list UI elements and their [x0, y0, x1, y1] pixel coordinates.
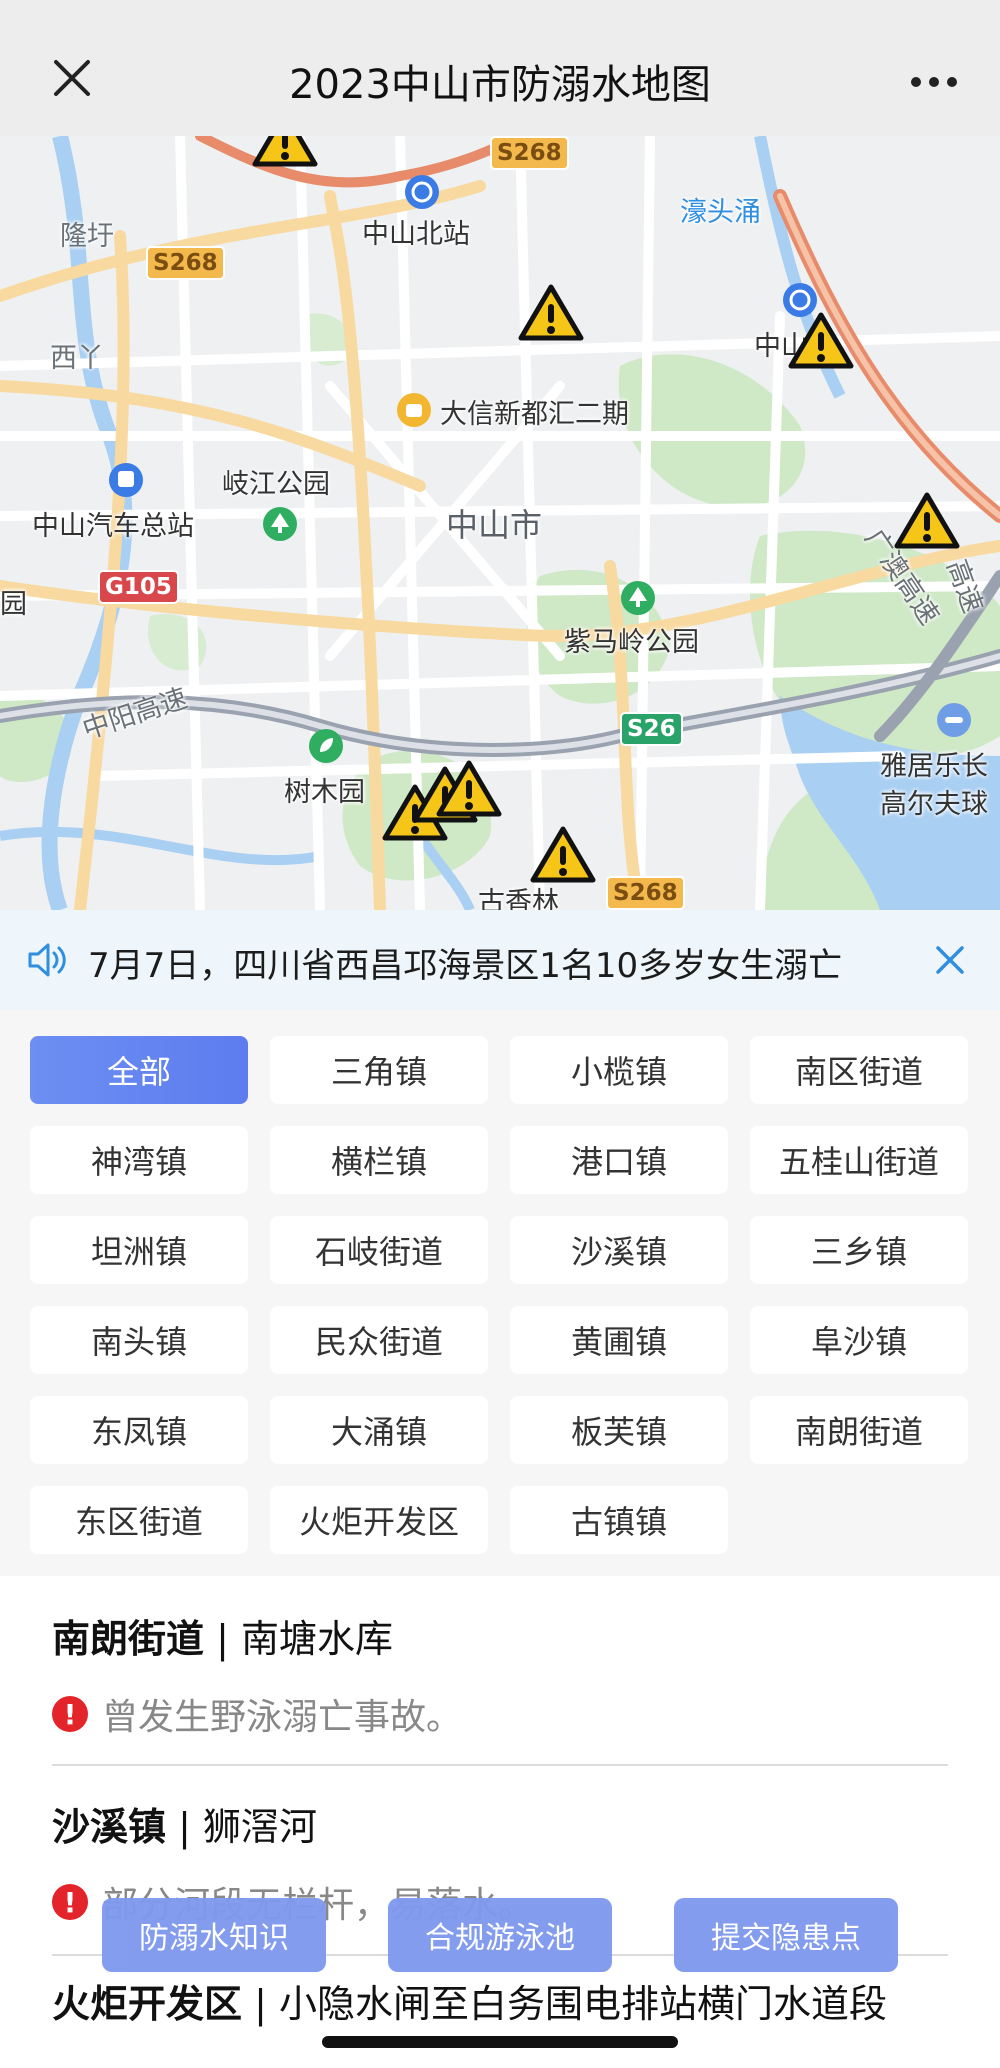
- filter-chip[interactable]: 南头镇: [30, 1306, 248, 1374]
- more-icon[interactable]: [908, 62, 960, 102]
- filter-chip[interactable]: 南区街道: [750, 1036, 968, 1104]
- road-shield: S268: [146, 246, 225, 280]
- close-notice-icon[interactable]: [930, 940, 970, 980]
- filter-chip[interactable]: 小榄镇: [510, 1036, 728, 1104]
- warning-marker-icon[interactable]: [788, 312, 854, 370]
- list-item[interactable]: 沙溪镇 | 狮滘河 !部分河段无栏杆，易落水。: [52, 1796, 948, 1926]
- town-filter-grid: 全部 三角镇 小榄镇 南区街道 神湾镇 横栏镇 港口镇 五桂山街道 坦洲镇 石岐…: [0, 1010, 1000, 1576]
- list-item-desc: ! 曾发生野泳溺亡事故。: [52, 1688, 462, 1740]
- filter-chip[interactable]: 沙溪镇: [510, 1216, 728, 1284]
- map-label: 中山市: [446, 506, 543, 544]
- filter-chip[interactable]: 三乡镇: [750, 1216, 968, 1284]
- list-item[interactable]: 南朗街道 | 南塘水库 ! 曾发生野泳溺亡事故。: [52, 1608, 948, 1738]
- page-title: 2023中山市防溺水地图: [289, 62, 711, 108]
- park-icon[interactable]: [620, 580, 656, 616]
- filter-chip[interactable]: 大涌镇: [270, 1396, 488, 1464]
- home-indicator: [322, 2036, 678, 2048]
- map-label: 大信新都汇二期: [440, 399, 629, 430]
- map-label: 园: [0, 589, 27, 620]
- warning-marker-icon[interactable]: [252, 136, 318, 168]
- filter-chip[interactable]: 石岐街道: [270, 1216, 488, 1284]
- station-icon[interactable]: [404, 174, 440, 210]
- map-label: 中山汽车总站: [32, 511, 194, 542]
- road-shield: S26: [620, 712, 683, 746]
- map-label: 西丫: [50, 343, 104, 374]
- filter-chip[interactable]: 火炬开发区: [270, 1486, 488, 1554]
- road-shield: S268: [490, 136, 569, 170]
- filter-chip[interactable]: 古镇镇: [510, 1486, 728, 1554]
- list-item-title: 南朗街道 | 南塘水库: [52, 1617, 393, 1661]
- filter-chip[interactable]: 坦洲镇: [30, 1216, 248, 1284]
- filter-chip[interactable]: 三角镇: [270, 1036, 488, 1104]
- notice-text: 7月7日，四川省西昌邛海景区1名10多岁女生溺亡: [88, 946, 843, 986]
- filter-chip[interactable]: 五桂山街道: [750, 1126, 968, 1194]
- warning-marker-icon[interactable]: [436, 760, 502, 818]
- shopping-icon[interactable]: [396, 392, 432, 428]
- map-label: 古香林: [478, 887, 559, 910]
- map-label: 雅居乐长: [880, 751, 988, 782]
- road-shield: G105: [98, 570, 179, 604]
- hazard-list: 南朗街道 | 南塘水库 !曾发生野泳溺亡事故。 沙溪镇 | 狮滘河 !部分河段无…: [0, 1576, 1000, 2068]
- map-label: 树木园: [284, 777, 365, 808]
- filter-chip[interactable]: 板芙镇: [510, 1396, 728, 1464]
- warning-marker-icon[interactable]: [530, 826, 596, 884]
- list-item[interactable]: 火炬开发区 | 小隐水闸至白务围电排站横门水道段: [52, 1982, 948, 2026]
- warning-marker-icon[interactable]: [518, 284, 584, 342]
- map-label: 隆圩: [60, 221, 114, 252]
- list-item-title: 沙溪镇 | 狮滘河: [52, 1805, 317, 1849]
- road-shield: S268: [606, 876, 685, 910]
- filter-chip[interactable]: 南朗街道: [750, 1396, 968, 1464]
- alert-icon: !: [52, 1884, 88, 1920]
- knowledge-button[interactable]: 防溺水知识: [102, 1898, 326, 1972]
- filter-chip[interactable]: 港口镇: [510, 1126, 728, 1194]
- map-label: 岐江公园: [222, 469, 330, 500]
- map-label: 濠头涌: [680, 197, 761, 228]
- alert-icon: !: [52, 1696, 88, 1732]
- warning-marker-icon[interactable]: [894, 492, 960, 550]
- notice-bar: 7月7日，四川省西昌邛海景区1名10多岁女生溺亡: [0, 910, 1000, 1010]
- filter-chip-all[interactable]: 全部: [30, 1036, 248, 1104]
- filter-chip[interactable]: 黄圃镇: [510, 1306, 728, 1374]
- garden-icon[interactable]: [308, 728, 344, 764]
- bus-station-icon[interactable]: [108, 462, 144, 498]
- park-icon[interactable]: [262, 506, 298, 542]
- filter-chip[interactable]: 东凤镇: [30, 1396, 248, 1464]
- map-label: 紫马岭公园: [564, 627, 699, 658]
- map-label: 中山北站: [362, 219, 470, 250]
- filter-chip[interactable]: 东区街道: [30, 1486, 248, 1554]
- speaker-icon: [28, 943, 66, 977]
- divider: [52, 1764, 948, 1766]
- filter-chip[interactable]: 阜沙镇: [750, 1306, 968, 1374]
- filter-chip[interactable]: 横栏镇: [270, 1126, 488, 1194]
- map-label: 高尔夫球: [880, 789, 988, 820]
- nav-bar: 2023中山市防溺水地图: [0, 0, 1000, 136]
- list-item-title: 火炬开发区 | 小隐水闸至白务围电排站横门水道段: [52, 1982, 887, 2026]
- report-button[interactable]: 提交隐患点: [674, 1898, 898, 1972]
- map-view[interactable]: 隆圩 西丫 中山北站 濠头涌 中山 大信新都汇二期 岐江公园 中山汽车总站 中山…: [0, 136, 1000, 910]
- filter-chip[interactable]: 神湾镇: [30, 1126, 248, 1194]
- filter-chip[interactable]: 民众街道: [270, 1306, 488, 1374]
- pools-button[interactable]: 合规游泳池: [388, 1898, 612, 1972]
- golf-icon[interactable]: [936, 702, 972, 738]
